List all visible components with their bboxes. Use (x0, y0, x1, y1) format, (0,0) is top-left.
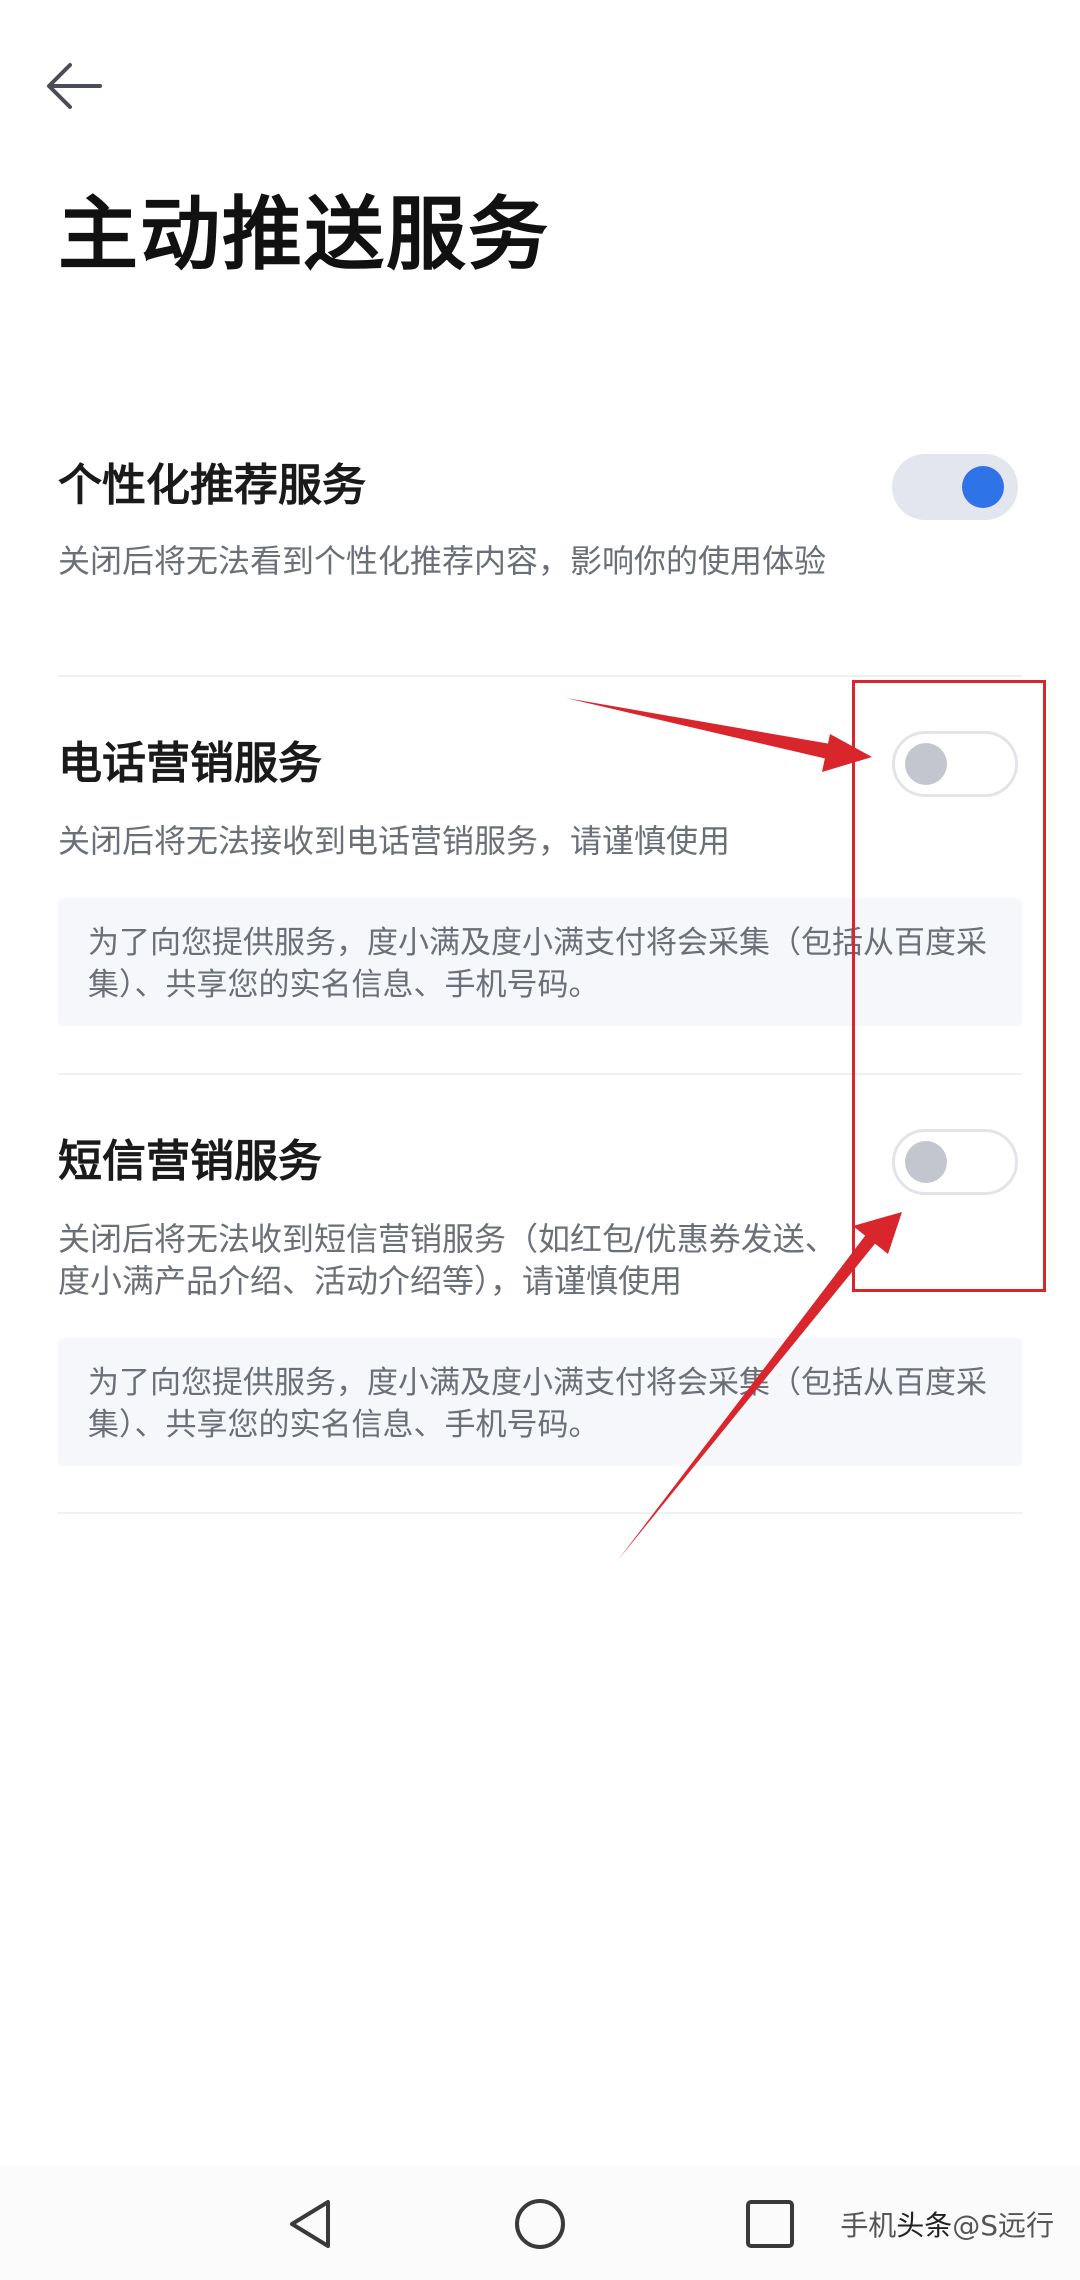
annotation-arrow-top (566, 698, 872, 772)
watermark-brand: 头条 (896, 2209, 953, 2242)
watermark-suffix: @S远行 (952, 2209, 1054, 2242)
recents-square-icon[interactable] (740, 2194, 800, 2254)
annotation-arrows (566, 698, 902, 1560)
watermark-prefix: 手机 (840, 2209, 897, 2242)
annotation-arrow-bottom (618, 1212, 902, 1560)
watermark: 手机头条@S远行 (840, 2206, 1054, 2246)
home-circle-icon[interactable] (510, 2194, 570, 2254)
back-triangle-icon[interactable] (284, 2194, 344, 2254)
